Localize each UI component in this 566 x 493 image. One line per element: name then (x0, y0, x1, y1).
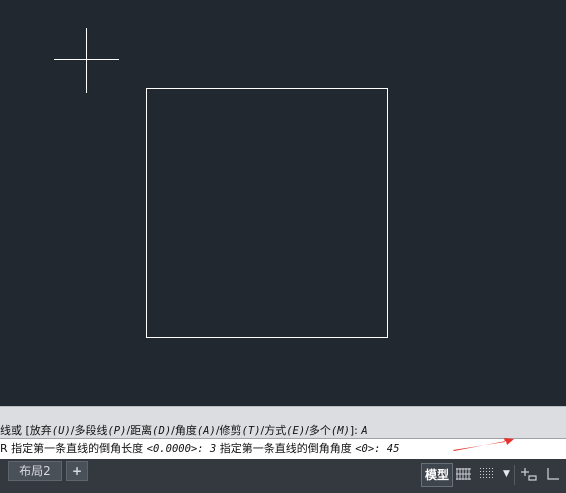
status-bar: 布局2 + 模型 ▼ (0, 459, 566, 493)
drawing-canvas[interactable] (0, 0, 566, 406)
annotation-arrow-icon (453, 438, 514, 451)
input-segment: R (0, 442, 8, 455)
grid-icon[interactable] (455, 465, 473, 483)
history-segment: /方式 (260, 424, 287, 437)
drawn-square[interactable] (146, 88, 388, 338)
history-segment: (P) (107, 425, 127, 437)
history-segment: (U) (51, 425, 71, 437)
history-segment: (D) (152, 425, 172, 437)
history-segment: /修剪 (215, 424, 242, 437)
command-history-line: 线或 [放弃(U)/多段线(P)/距离(D)/角度(A)/修剪(T)/方式(E)… (0, 423, 368, 439)
history-segment: (M) (330, 425, 350, 437)
add-layout-tab-button[interactable]: + (66, 461, 88, 481)
status-separator (514, 465, 515, 485)
dropdown-chevron-icon[interactable]: ▼ (503, 465, 510, 483)
history-segment: A (361, 425, 368, 437)
model-space-button[interactable]: 模型 (421, 463, 453, 487)
command-history: 线或 [放弃(U)/多段线(P)/距离(D)/角度(A)/修剪(T)/方式(E)… (0, 406, 566, 439)
history-segment: 线或 [放弃 (0, 424, 52, 437)
crosshair-vertical (86, 28, 87, 93)
history-segment: /角度 (171, 424, 197, 437)
input-segment: 指定第一条直线的倒角角度 (216, 442, 356, 455)
input-segment: 指定第一条直线的倒角长度 (7, 442, 147, 455)
history-segment: (T) (241, 425, 261, 437)
history-segment: /多个 (305, 424, 331, 437)
tab-layout2[interactable]: 布局2 (8, 461, 62, 481)
input-segment: <0>: 45 (355, 443, 400, 455)
history-segment: /多段线 (70, 424, 108, 437)
input-segment: <0.0000>: 3 (146, 443, 217, 455)
ortho-icon[interactable] (544, 465, 562, 483)
history-segment: (E) (286, 425, 306, 437)
history-segment: (A) (196, 425, 216, 437)
command-input-line: R 指定第一条直线的倒角长度 <0.0000>: 3 指定第一条直线的倒角角度 … (0, 441, 399, 457)
infer-constraints-icon[interactable] (520, 465, 538, 483)
history-segment: /距离 (126, 424, 153, 437)
crosshair-cursor (54, 28, 119, 93)
snap-icon[interactable] (478, 465, 496, 483)
history-segment: ]: (349, 424, 362, 437)
